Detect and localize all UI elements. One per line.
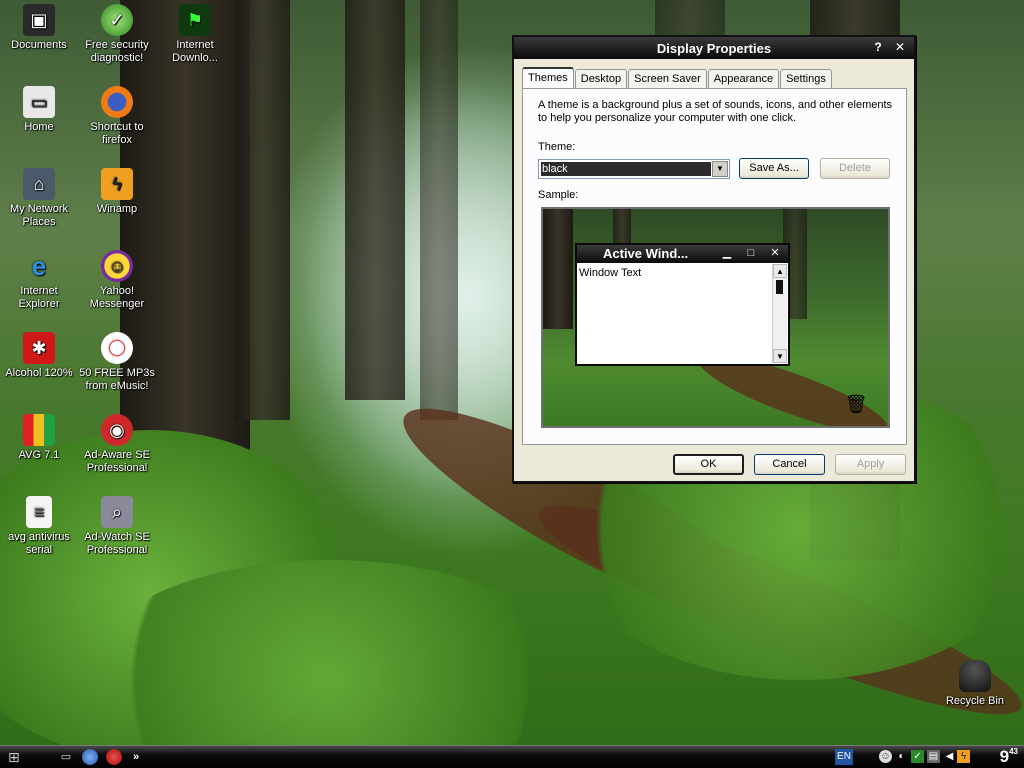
desktop-icon-avg[interactable]: AVG 7.1	[0, 414, 78, 462]
tray-icon-1[interactable]: ☺	[879, 750, 892, 763]
theme-label: Theme:	[538, 141, 576, 153]
desktop-icon-recycle-bin[interactable]: Recycle Bin	[936, 660, 1014, 708]
close-button[interactable]: ✕	[890, 39, 910, 55]
ad-aware-quicklaunch-icon[interactable]	[106, 749, 122, 765]
start-logo-icon: ⊞	[8, 749, 20, 765]
help-button[interactable]: ?	[868, 39, 888, 55]
desktop-icon-network-places[interactable]: ⌂ My Network Places	[0, 168, 78, 229]
emusic-icon	[101, 332, 133, 364]
preview-window-title: Active Wind...	[603, 246, 689, 261]
speaker-icon[interactable]: ◀	[943, 750, 956, 763]
clock-hour: 9	[999, 747, 1010, 766]
alcohol-120-icon: ✱	[23, 332, 55, 364]
minimize-icon: ▁	[722, 247, 732, 259]
theme-selected-value: black	[541, 162, 711, 176]
theme-description: A theme is a background plus a set of so…	[538, 99, 893, 124]
security-diagnostic-icon: ✓	[101, 4, 133, 36]
ad-aware-icon: ◉	[101, 414, 133, 446]
cancel-button[interactable]: Cancel	[754, 454, 825, 475]
clock-minute: 43	[1009, 747, 1018, 756]
taskbar: ⊞ ▭ » EN ☺ ◐ ✓ ▤ ◀ ϟ 943AM	[0, 745, 1024, 768]
close-icon: ✕	[770, 247, 780, 259]
tab-strip: Themes Desktop Screen Saver Appearance S…	[522, 67, 833, 88]
documents-icon: ▣	[23, 4, 55, 36]
network-places-icon: ⌂	[23, 168, 55, 200]
maximize-icon: □	[747, 247, 755, 259]
tab-screen-saver[interactable]: Screen Saver	[628, 69, 707, 88]
scroll-down-icon: ▼	[773, 349, 787, 363]
apply-button[interactable]: Apply	[835, 454, 906, 475]
winamp-tray-icon[interactable]: ϟ	[957, 750, 970, 763]
start-button[interactable]: ⊞	[8, 748, 38, 766]
tab-desktop[interactable]: Desktop	[574, 69, 628, 88]
yahoo-messenger-icon: ☺	[101, 250, 133, 282]
system-clock[interactable]: 943AM	[1000, 747, 1018, 768]
tab-appearance[interactable]: Appearance	[707, 69, 780, 88]
chevron-down-icon[interactable]: ▼	[712, 161, 728, 177]
desktop-icon-ad-watch[interactable]: ⌕ Ad-Watch SE Professional	[78, 496, 156, 557]
internet-download-icon: ⚑	[179, 4, 211, 36]
internet-explorer-icon: e	[31, 250, 47, 281]
home-computer-icon: ▭	[23, 86, 55, 118]
tray-icon-4[interactable]: ▤	[927, 750, 940, 763]
desktop-icon-emusic[interactable]: 50 FREE MP3s from eMusic!	[78, 332, 156, 393]
tab-settings[interactable]: Settings	[780, 69, 832, 88]
desktop-icon-internet-download[interactable]: ⚑ Internet Downlo...	[156, 4, 234, 65]
tab-themes[interactable]: Themes	[522, 67, 574, 88]
desktop-icon-firefox[interactable]: Shortcut to firefox	[78, 86, 156, 147]
ad-watch-icon: ⌕	[101, 496, 133, 528]
desktop-icon-avg-serial[interactable]: ≡ avg antivirus serial	[0, 496, 78, 557]
preview-active-window: Active Wind... ▁ □ ✕ Window Text ▲ ▼	[575, 243, 790, 366]
firefox-icon	[101, 86, 133, 118]
desktop-icon-ad-aware[interactable]: ◉ Ad-Aware SE Professional	[78, 414, 156, 475]
desktop-icon-documents[interactable]: ▣ Documents	[0, 4, 78, 52]
theme-sample-preview: Active Wind... ▁ □ ✕ Window Text ▲ ▼ 🗑	[541, 207, 890, 428]
preview-scrollbar: ▲ ▼	[772, 264, 787, 363]
sample-label: Sample:	[538, 189, 579, 201]
avg-icon	[23, 414, 55, 446]
scroll-up-icon: ▲	[773, 264, 787, 278]
window-titlebar[interactable]: Display Properties ? ✕	[514, 37, 914, 59]
ok-button[interactable]: OK	[673, 454, 744, 475]
preview-recycle-bin-icon: 🗑	[844, 394, 868, 414]
desktop-icon-internet-explorer[interactable]: e Internet Explorer	[0, 250, 78, 311]
tray-icon-3[interactable]: ✓	[911, 750, 924, 763]
themes-panel: A theme is a background plus a set of so…	[522, 88, 907, 445]
desktop-icon-winamp[interactable]: ϟ Winamp	[78, 168, 156, 216]
system-tray: EN ☺ ◐ ✓ ▤ ◀ ϟ 943AM	[829, 746, 1024, 768]
language-indicator[interactable]: EN	[835, 749, 853, 765]
show-desktop-icon[interactable]: ▭	[58, 749, 74, 765]
desktop-icon-home[interactable]: ▭ Home	[0, 86, 78, 134]
window-title: Display Properties	[656, 40, 772, 56]
desktop-icon-alcohol[interactable]: ✱ Alcohol 120%	[0, 332, 78, 380]
recycle-bin-icon	[959, 660, 991, 692]
display-properties-window: Display Properties ? ✕ Themes Desktop Sc…	[512, 35, 916, 483]
browser-quicklaunch-icon[interactable]	[82, 749, 98, 765]
theme-dropdown[interactable]: black ▼	[538, 159, 730, 179]
preview-window-text: Window Text	[579, 267, 642, 279]
text-document-icon: ≡	[26, 496, 52, 528]
desktop-icon-free-security[interactable]: ✓ Free security diagnostic!	[78, 4, 156, 65]
tray-icon-2[interactable]: ◐	[895, 750, 908, 763]
delete-button[interactable]: Delete	[820, 158, 890, 179]
save-as-button[interactable]: Save As...	[739, 158, 809, 179]
desktop-icon-yahoo-messenger[interactable]: ☺ Yahoo! Messenger	[78, 250, 156, 311]
quicklaunch-more-button[interactable]: »	[128, 749, 144, 765]
winamp-icon: ϟ	[101, 168, 133, 200]
